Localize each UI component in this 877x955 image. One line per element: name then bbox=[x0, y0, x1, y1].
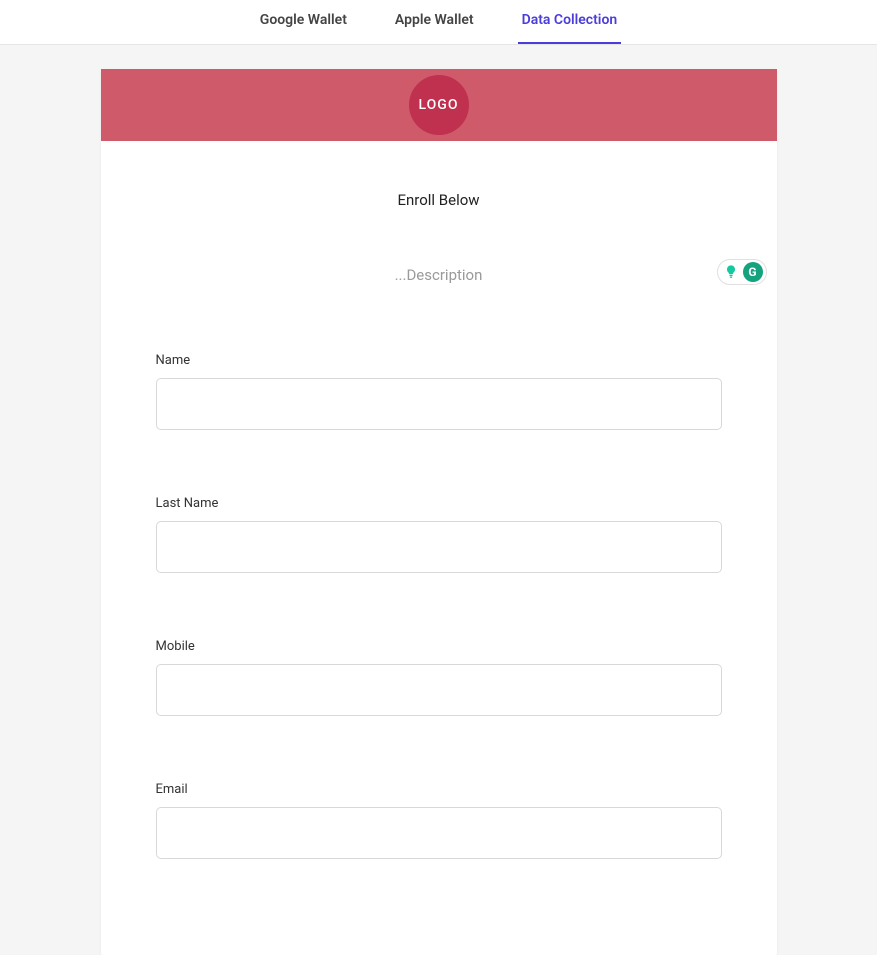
lightbulb-icon bbox=[722, 263, 740, 281]
preview-card: LOGO Enroll Below ...Description G bbox=[101, 69, 777, 955]
description-text: ...Description bbox=[395, 266, 483, 284]
card-header: LOGO bbox=[101, 69, 777, 141]
tab-apple-wallet[interactable]: Apple Wallet bbox=[391, 0, 478, 44]
tab-google-wallet[interactable]: Google Wallet bbox=[256, 0, 351, 44]
form-group-email: Email bbox=[156, 782, 722, 859]
label-lastname: Last Name bbox=[156, 496, 722, 511]
input-name[interactable] bbox=[156, 378, 722, 430]
label-name: Name bbox=[156, 353, 722, 368]
form-group-mobile: Mobile bbox=[156, 639, 722, 716]
tabs-bar: Google Wallet Apple Wallet Data Collecti… bbox=[0, 0, 877, 45]
logo-text: LOGO bbox=[419, 97, 459, 113]
input-lastname[interactable] bbox=[156, 521, 722, 573]
description-row: ...Description G bbox=[101, 265, 777, 293]
label-mobile: Mobile bbox=[156, 639, 722, 654]
grammarly-badge[interactable]: G bbox=[717, 259, 767, 285]
label-email: Email bbox=[156, 782, 722, 797]
input-email[interactable] bbox=[156, 807, 722, 859]
form-group-name: Name bbox=[156, 353, 722, 430]
grammarly-icon: G bbox=[743, 262, 763, 282]
tab-data-collection[interactable]: Data Collection bbox=[518, 0, 622, 44]
logo-placeholder: LOGO bbox=[409, 75, 469, 135]
card-body: Enroll Below ...Description G N bbox=[101, 141, 777, 859]
input-mobile[interactable] bbox=[156, 664, 722, 716]
form-group-lastname: Last Name bbox=[156, 496, 722, 573]
content-wrap: LOGO Enroll Below ...Description G bbox=[0, 45, 877, 955]
enroll-title: Enroll Below bbox=[101, 191, 777, 209]
enroll-form: Name Last Name Mobile Email bbox=[101, 293, 777, 859]
